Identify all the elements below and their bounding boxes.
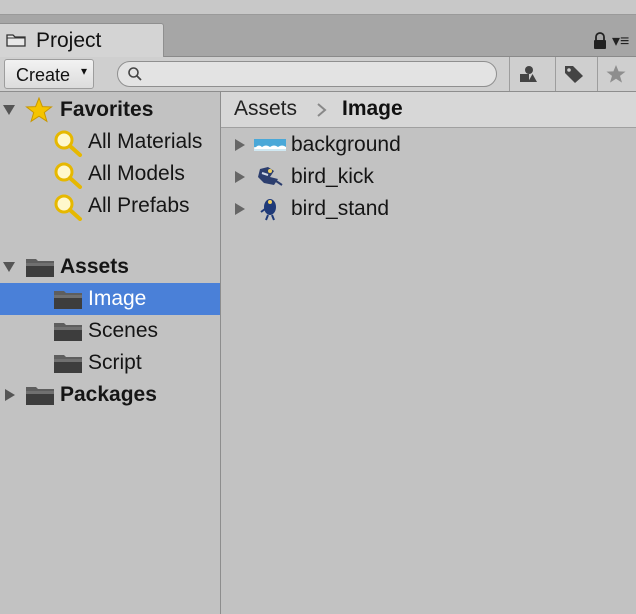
search-by-label-button[interactable] xyxy=(555,57,589,91)
tab-bar: Project xyxy=(0,15,636,57)
asset-name: background xyxy=(291,133,401,156)
tree-item-assets[interactable]: Assets xyxy=(0,251,220,283)
tree-label: Image xyxy=(88,287,147,310)
breadcrumb-root[interactable]: Assets xyxy=(234,97,297,121)
folder-icon xyxy=(54,291,82,309)
asset-name: bird_stand xyxy=(291,197,390,220)
bird-sprite-icon xyxy=(260,199,276,221)
chevron-right-icon xyxy=(317,103,327,117)
expand-arrow-icon[interactable] xyxy=(2,103,16,117)
panel-menu-icon[interactable]: ▾≡ xyxy=(612,31,629,51)
asset-item-bird-kick[interactable]: bird_kick xyxy=(221,161,636,193)
search-input[interactable] xyxy=(148,64,482,86)
folder-icon xyxy=(54,355,82,373)
tree-item-packages[interactable]: Packages xyxy=(0,379,220,411)
search-icon xyxy=(54,194,82,221)
star-icon xyxy=(606,65,626,83)
tree-item-image[interactable]: Image xyxy=(0,283,220,315)
folder-icon xyxy=(6,34,26,47)
folder-tree: Favorites All Materials All Models All P… xyxy=(0,92,221,614)
tab-project[interactable]: Project xyxy=(0,23,164,57)
shapes-icon xyxy=(520,66,537,82)
tree-label-favorites: Favorites xyxy=(60,98,154,121)
favorite-label: All Materials xyxy=(88,130,203,153)
lock-icon[interactable] xyxy=(592,32,608,50)
bird-sprite-icon xyxy=(258,167,283,186)
collapse-arrow-icon[interactable] xyxy=(232,138,246,152)
collapse-arrow-icon[interactable] xyxy=(232,202,246,216)
sky-sprite-icon xyxy=(254,139,286,151)
favorite-all-materials[interactable]: All Materials xyxy=(0,126,220,158)
breadcrumb-current[interactable]: Image xyxy=(342,97,403,121)
window-top-strip xyxy=(0,0,636,15)
asset-browser: Assets Image background bird_kick bird_s… xyxy=(221,92,636,614)
search-icon xyxy=(54,130,82,157)
search-by-type-button[interactable] xyxy=(509,57,543,91)
tree-label-packages: Packages xyxy=(60,383,157,406)
asset-item-bird-stand[interactable]: bird_stand xyxy=(221,193,636,225)
favorites-filter-button[interactable] xyxy=(597,57,631,91)
collapse-arrow-icon[interactable] xyxy=(232,170,246,184)
tree-label-assets: Assets xyxy=(60,255,129,278)
tree-item-scenes[interactable]: Scenes xyxy=(0,315,220,347)
tree-item-favorites[interactable]: Favorites xyxy=(0,94,220,126)
folder-icon xyxy=(26,259,54,277)
tree-item-script[interactable]: Script xyxy=(0,347,220,379)
expand-arrow-icon[interactable] xyxy=(2,260,16,274)
collapse-arrow-icon[interactable] xyxy=(2,388,16,402)
favorite-all-prefabs[interactable]: All Prefabs xyxy=(0,190,220,222)
asset-name: bird_kick xyxy=(291,165,374,188)
search-field[interactable] xyxy=(117,61,497,87)
asset-item-background[interactable]: background xyxy=(221,129,636,161)
favorite-all-models[interactable]: All Models xyxy=(0,158,220,190)
tab-label: Project xyxy=(36,29,102,52)
tree-label: Script xyxy=(88,351,142,374)
folder-icon xyxy=(26,387,54,405)
search-icon xyxy=(54,162,82,189)
create-button[interactable]: Create ▾ xyxy=(4,59,94,89)
project-toolbar: Create ▾ xyxy=(0,57,636,92)
breadcrumb: Assets Image xyxy=(221,92,636,128)
folder-icon xyxy=(54,323,82,341)
search-icon xyxy=(128,67,142,81)
star-icon xyxy=(25,97,53,123)
tree-label: Scenes xyxy=(88,319,159,342)
dropdown-arrow-icon: ▾ xyxy=(81,64,88,78)
favorite-label: All Prefabs xyxy=(88,194,190,217)
tag-icon xyxy=(565,66,583,83)
favorite-label: All Models xyxy=(88,162,185,185)
create-label: Create xyxy=(16,65,71,85)
